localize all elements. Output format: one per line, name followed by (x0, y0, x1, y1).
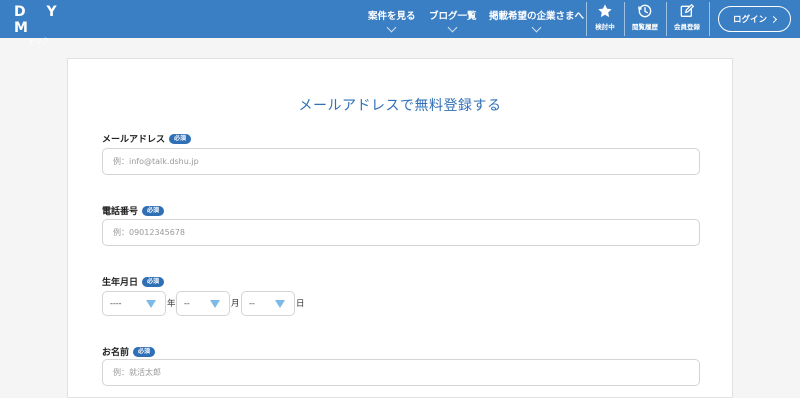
name-field[interactable]: 例：就活太郎 (102, 359, 700, 386)
required-badge: 必須 (133, 346, 156, 357)
history-label: 閲覧履歴 (632, 23, 658, 31)
phone-placeholder: 例：09012345678 (113, 228, 185, 237)
email-placeholder: 例：info@talk.dshu.jp (113, 157, 199, 166)
name-placeholder: 例：就活太郎 (113, 368, 161, 377)
phone-field[interactable]: 例：09012345678 (102, 219, 700, 246)
birth-month-select[interactable]: -- (176, 291, 230, 316)
chevron-right-icon (769, 15, 778, 23)
form-title: メールアドレスで無料登録する (298, 98, 502, 114)
logo-text: D Y M (14, 4, 65, 36)
required-badge: 必須 (142, 276, 165, 287)
year-unit: 年 (167, 299, 176, 309)
dropdown-arrow-icon (146, 300, 156, 308)
month-unit: 月 (231, 299, 240, 309)
favorites-label: 検討中 (595, 23, 615, 31)
login-label: ログイン (732, 15, 767, 25)
birth-day-value: -- (249, 299, 255, 308)
nav-companies-link[interactable]: 掲載希望の企業さまへ (489, 8, 585, 33)
name-label-row: お名前 必須 (102, 345, 156, 358)
star-icon (598, 4, 612, 18)
birth-year-value: ---- (110, 299, 122, 308)
birthdate-label-row: 生年月日 必須 (102, 275, 165, 288)
nav-blog-link[interactable]: ブログ一覧 (429, 8, 477, 33)
chevron-down-icon (447, 22, 458, 33)
birthdate-label: 生年月日 (102, 278, 139, 288)
history-icon (638, 4, 652, 18)
site-logo[interactable]: D Y M テック (14, 4, 74, 46)
email-label-row: メールアドレス 必須 (102, 132, 192, 145)
edit-icon (680, 3, 695, 17)
registration-form: メールアドレスで無料登録する メールアドレス 必須 例：info@talk.ds… (67, 58, 733, 398)
history-button[interactable]: 閲覧履歴 (627, 3, 663, 35)
birth-month-value: -- (184, 299, 190, 308)
chevron-down-icon (531, 22, 542, 33)
nav-jobs-label: 案件を見る (368, 11, 416, 22)
register-button[interactable]: 会員登録 (669, 3, 705, 35)
name-label: お名前 (102, 348, 130, 358)
nav-companies-label: 掲載希望の企業さまへ (489, 11, 585, 22)
required-badge: 必須 (169, 133, 192, 144)
header-divider (709, 2, 710, 36)
site-header: D Y M テック 案件を見る ブログ一覧 掲載希望の企業さまへ 検討中 閲覧履… (0, 0, 800, 45)
favorites-button[interactable]: 検討中 (587, 3, 623, 35)
logo-subtext: テック (28, 37, 49, 45)
dropdown-arrow-icon (275, 300, 285, 308)
header-divider (666, 2, 667, 36)
register-label: 会員登録 (674, 23, 700, 31)
login-button[interactable]: ログイン (718, 6, 791, 32)
nav-jobs-link[interactable]: 案件を見る (368, 8, 416, 33)
birth-day-select[interactable]: -- (241, 291, 295, 316)
email-field[interactable]: 例：info@talk.dshu.jp (102, 148, 700, 175)
email-label: メールアドレス (102, 135, 166, 145)
required-badge: 必須 (142, 205, 165, 216)
chevron-down-icon (386, 22, 397, 33)
dropdown-arrow-icon (210, 300, 220, 308)
birth-year-select[interactable]: ---- (102, 291, 166, 316)
header-divider (624, 2, 625, 36)
nav-blog-label: ブログ一覧 (429, 11, 477, 22)
phone-label-row: 電話番号 必須 (102, 204, 165, 217)
day-unit: 日 (296, 299, 305, 309)
phone-label: 電話番号 (102, 207, 139, 217)
